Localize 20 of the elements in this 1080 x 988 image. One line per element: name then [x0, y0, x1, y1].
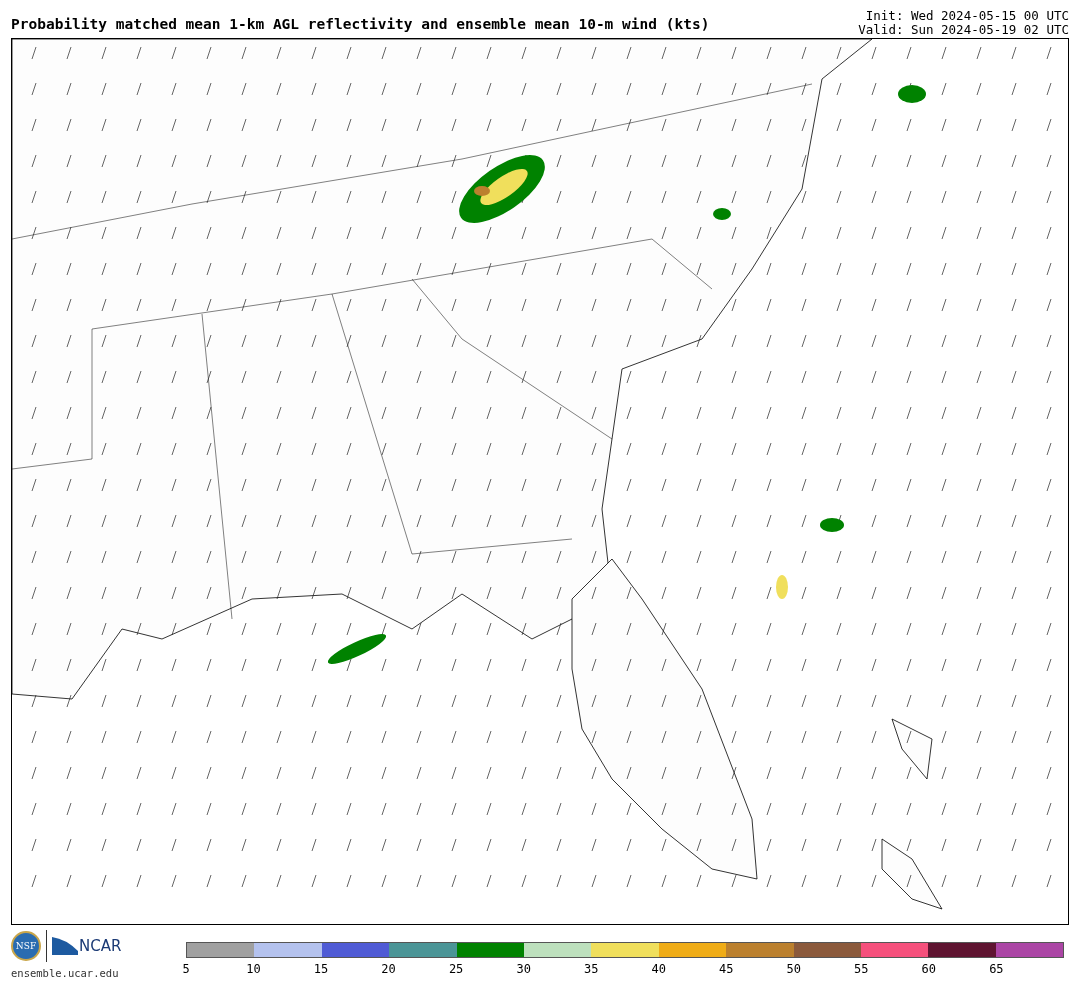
colorbar-label: 45	[719, 962, 734, 976]
site-url: ensemble.ucar.edu	[11, 967, 120, 979]
colorbar-label: 15	[313, 962, 329, 976]
colorbar-label: 40	[651, 962, 666, 976]
colorbar-label: 25	[448, 962, 464, 976]
colorbar-label: 5	[182, 962, 190, 976]
ncar-logo: NCAR	[79, 937, 122, 955]
valid-time: Valid: Sun 2024-05-19 02 UTC	[858, 23, 1069, 37]
colorbar-label: 65	[989, 962, 1004, 976]
colorbar-label: 55	[854, 962, 869, 976]
chart-title: Probability matched mean 1-km AGL reflectivity and ensemble mean 10-m wind (kts)	[11, 16, 710, 34]
wave-icon	[52, 937, 78, 955]
nsf-logo: NSF	[11, 931, 41, 961]
colorbar-label: 35	[583, 962, 599, 976]
colorbar-label: 20	[381, 962, 396, 976]
colorbar-label: 60	[921, 962, 937, 976]
init-time: Init: Wed 2024-05-15 00 UTC	[864, 9, 1069, 23]
colorbar-label: 10	[246, 962, 261, 976]
colorbar-label: 30	[516, 962, 531, 976]
colorbar-label: 50	[786, 962, 801, 976]
